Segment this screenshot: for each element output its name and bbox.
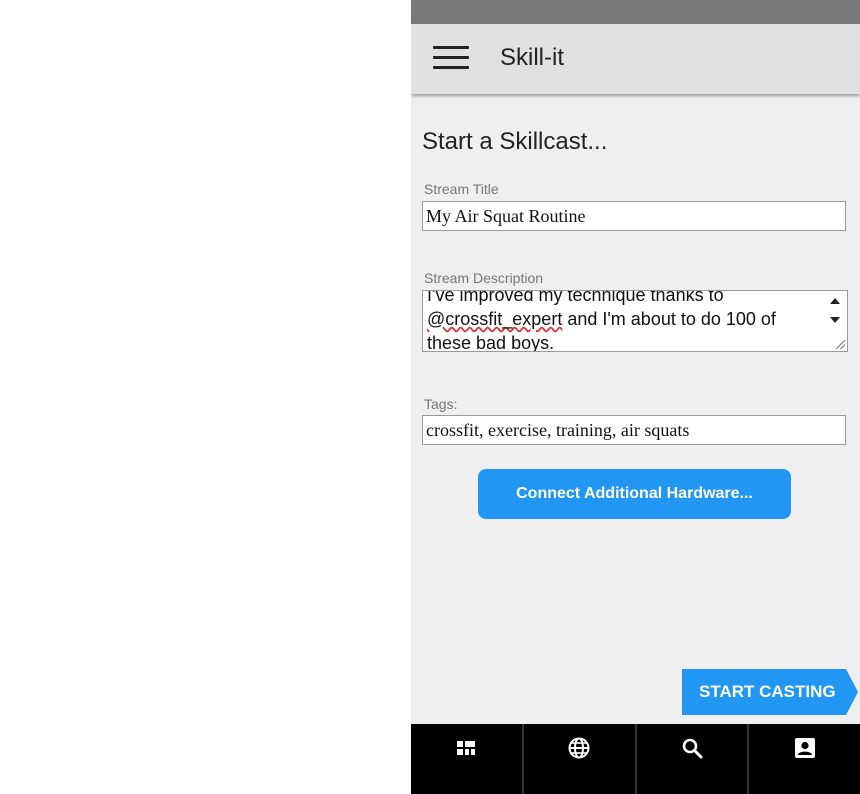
nav-item-explore[interactable] [524,724,637,794]
app-bar: Skill-it [411,24,860,94]
stream-title-label: Stream Title [424,181,499,197]
profile-icon [794,738,815,758]
mention-text: @crossfit_expert [427,309,563,329]
globe-icon [568,737,590,759]
scroll-down-icon[interactable] [830,317,840,323]
search-icon [682,738,703,759]
start-casting-arrow[interactable] [846,669,858,715]
dashboard-icon [457,741,476,755]
description-line: these bad boys. [427,333,555,352]
nav-item-search[interactable] [637,724,750,794]
description-line-rest: and I'm about to do 100 of [562,309,776,329]
bottom-nav [411,724,860,794]
app-screen: Skill-it Start a Skillcast... Stream Tit… [411,0,860,794]
description-line: @crossfit_expert and I'm about to do 100… [427,307,819,331]
start-casting-button[interactable]: START CASTING [682,669,846,715]
stream-description-text: I've improved my technique thanks to @cr… [427,290,819,352]
stream-title-input[interactable]: My Air Squat Routine [422,201,846,231]
scroll-up-icon[interactable] [830,298,840,304]
resize-handle-icon[interactable] [836,340,845,349]
app-title: Skill-it [500,44,564,71]
status-bar [411,0,860,24]
nav-item-profile[interactable] [749,724,860,794]
page-title: Start a Skillcast... [422,128,608,155]
menu-icon[interactable] [433,46,469,72]
connect-hardware-button[interactable]: Connect Additional Hardware... [478,469,791,519]
stream-description-label: Stream Description [424,270,544,286]
nav-item-dashboard[interactable] [411,724,524,794]
stream-description-textarea[interactable]: I've improved my technique thanks to @cr… [422,290,848,352]
tags-input[interactable]: crossfit, exercise, training, air squats [422,415,846,445]
description-line: I've improved my technique thanks to [427,290,724,305]
tags-label: Tags: [424,396,458,412]
